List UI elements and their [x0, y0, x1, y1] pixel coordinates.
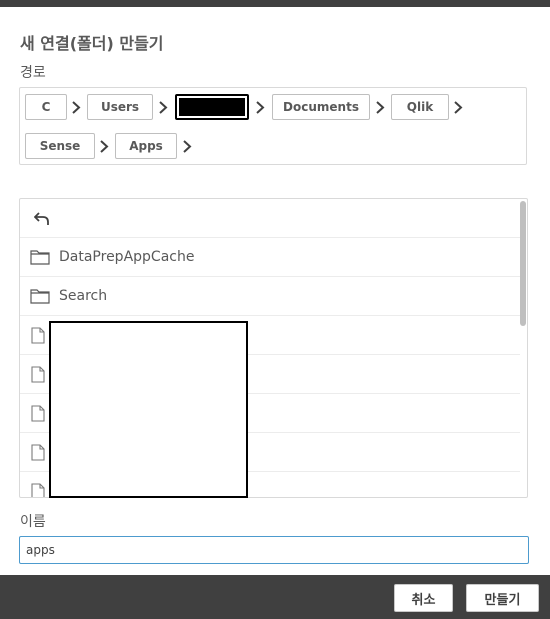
- top-bar: [0, 0, 550, 7]
- breadcrumb-item-redacted[interactable]: [175, 94, 249, 120]
- chevron-right-icon: [158, 100, 168, 114]
- breadcrumb-item-documents[interactable]: Documents: [272, 94, 370, 120]
- file-icon: [31, 366, 45, 387]
- file-icon: [31, 327, 45, 348]
- chevron-right-icon: [99, 139, 109, 153]
- redaction-box: [49, 321, 248, 498]
- breadcrumb-item-c[interactable]: C: [25, 94, 67, 120]
- folder-name: Search: [59, 288, 108, 304]
- breadcrumb: C Users Documents Qlik Sense Apps: [19, 87, 527, 165]
- breadcrumb-item-apps[interactable]: Apps: [115, 133, 177, 159]
- back-row[interactable]: [20, 199, 520, 238]
- file-icon: [31, 444, 45, 465]
- folder-name: DataPrepAppCache: [59, 249, 195, 265]
- list-item-folder[interactable]: Search: [20, 277, 520, 316]
- breadcrumb-item-sense[interactable]: Sense: [25, 133, 95, 159]
- file-icon: [31, 405, 45, 426]
- folder-icon: [30, 288, 50, 308]
- file-icon: [31, 483, 45, 497]
- name-input[interactable]: [19, 536, 529, 564]
- chevron-right-icon: [453, 100, 463, 114]
- chevron-right-icon: [182, 139, 192, 153]
- list-scrollbar[interactable]: [520, 201, 526, 326]
- cancel-button[interactable]: 취소: [394, 584, 453, 612]
- path-label: 경로: [20, 65, 46, 81]
- chevron-right-icon: [255, 100, 265, 114]
- folder-icon: [30, 249, 50, 269]
- breadcrumb-item-qlik[interactable]: Qlik: [391, 94, 449, 120]
- chevron-right-icon: [375, 100, 385, 114]
- name-label: 이름: [20, 514, 46, 530]
- list-item-folder[interactable]: DataPrepAppCache: [20, 238, 520, 277]
- create-button[interactable]: 만들기: [466, 584, 539, 612]
- dialog-footer: 취소 만들기: [0, 575, 550, 619]
- dialog-title: 새 연결(폴더) 만들기: [20, 34, 164, 53]
- redaction-block: [179, 98, 245, 116]
- breadcrumb-item-users[interactable]: Users: [87, 94, 153, 120]
- back-arrow-icon[interactable]: [33, 211, 50, 230]
- chevron-right-icon: [71, 100, 81, 114]
